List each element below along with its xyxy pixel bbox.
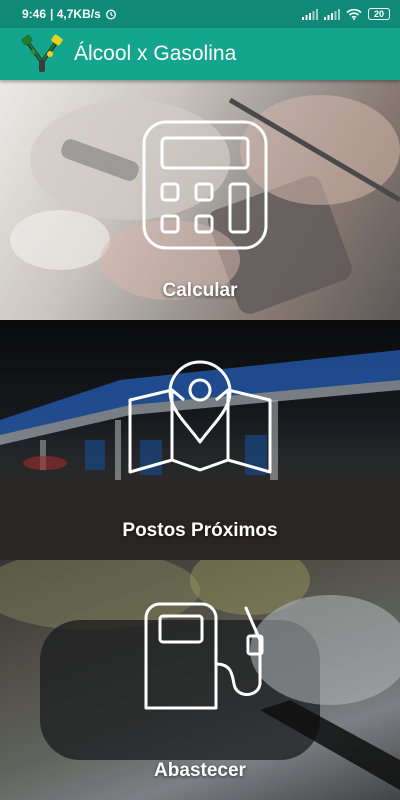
- menu-item-abastecer[interactable]: Abastecer: [0, 560, 400, 800]
- menu-item-label: Postos Próximos: [122, 520, 278, 541]
- menu-item-calcular[interactable]: Calcular: [0, 80, 400, 320]
- fuel-pump-icon: [144, 602, 264, 710]
- wifi-icon: [346, 8, 362, 20]
- pump-nozzles-logo-icon: [21, 34, 63, 72]
- app-title: Álcool x Gasolina: [74, 42, 237, 65]
- alarm-icon: [105, 9, 116, 20]
- battery-icon: 20: [368, 8, 390, 20]
- signal-icon: [302, 8, 318, 20]
- map-pin-icon: [128, 360, 272, 474]
- status-time: 9:46: [22, 7, 47, 21]
- app-bar: Álcool x Gasolina: [0, 28, 400, 80]
- status-left: 9:46 | 4,7KB/s: [22, 7, 117, 21]
- status-net-speed: | 4,7KB/s: [50, 7, 101, 21]
- status-bar: 9:46 | 4,7KB/s 20: [0, 0, 400, 28]
- status-right: 20: [302, 8, 390, 20]
- menu-item-postos-proximos[interactable]: Postos Próximos: [0, 320, 400, 560]
- signal-icon-2: [324, 8, 340, 20]
- calculator-icon: [142, 120, 268, 250]
- menu-item-label: Abastecer: [154, 760, 246, 781]
- menu-item-label: Calcular: [162, 280, 238, 301]
